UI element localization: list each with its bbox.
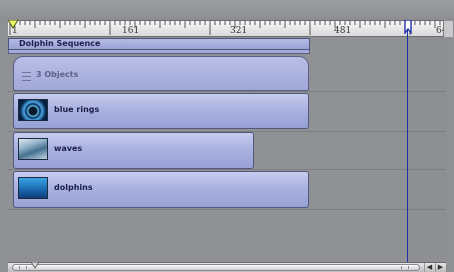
track-label: blue rings <box>54 105 100 114</box>
timeline-empty-region <box>408 37 446 262</box>
row-divider <box>8 169 446 170</box>
horizontal-scrollbar[interactable] <box>8 262 446 272</box>
window-top-strip <box>0 0 454 20</box>
scroll-left-icon[interactable]: ◀ <box>424 263 434 272</box>
group-icon <box>22 72 31 81</box>
row-divider <box>8 209 446 210</box>
track-bar-waves[interactable]: waves <box>13 132 254 169</box>
ruler-zoom-icon[interactable] <box>443 21 453 37</box>
ruler-label-321: 321 <box>230 26 248 36</box>
ruler-label-481: 481 <box>334 26 352 36</box>
row-divider <box>8 91 446 92</box>
track-label: waves <box>54 144 83 153</box>
playhead-handle-icon[interactable] <box>404 20 412 34</box>
track-label: dolphins <box>54 183 93 192</box>
waves-thumbnail <box>18 138 48 160</box>
scroll-grip-icon <box>401 266 409 269</box>
out-marker-icon[interactable] <box>31 262 39 270</box>
scroll-grip-icon <box>19 266 27 269</box>
in-point-marker-icon[interactable] <box>8 20 18 30</box>
blue-rings-thumbnail <box>18 99 48 121</box>
ruler-ticks <box>9 21 441 35</box>
track-bar-blue-rings[interactable]: blue rings <box>13 93 309 129</box>
scroll-right-icon[interactable]: ▶ <box>435 263 445 272</box>
ruler-label-161: 161 <box>122 26 140 36</box>
sequence-bar[interactable]: Dolphin Sequence <box>8 38 310 50</box>
sequence-bar-base <box>8 50 310 54</box>
dolphins-thumbnail <box>18 177 48 199</box>
playhead-line[interactable] <box>407 20 408 264</box>
timeline-ruler[interactable]: 1 161 321 481 64 <box>8 20 453 37</box>
group-label: 3 Objects <box>36 70 79 79</box>
group-bar[interactable]: 3 Objects <box>13 56 309 91</box>
scrollbar-thumb[interactable] <box>12 264 420 271</box>
sequence-label: Dolphin Sequence <box>19 39 101 48</box>
track-bar-dolphins[interactable]: dolphins <box>13 171 309 208</box>
